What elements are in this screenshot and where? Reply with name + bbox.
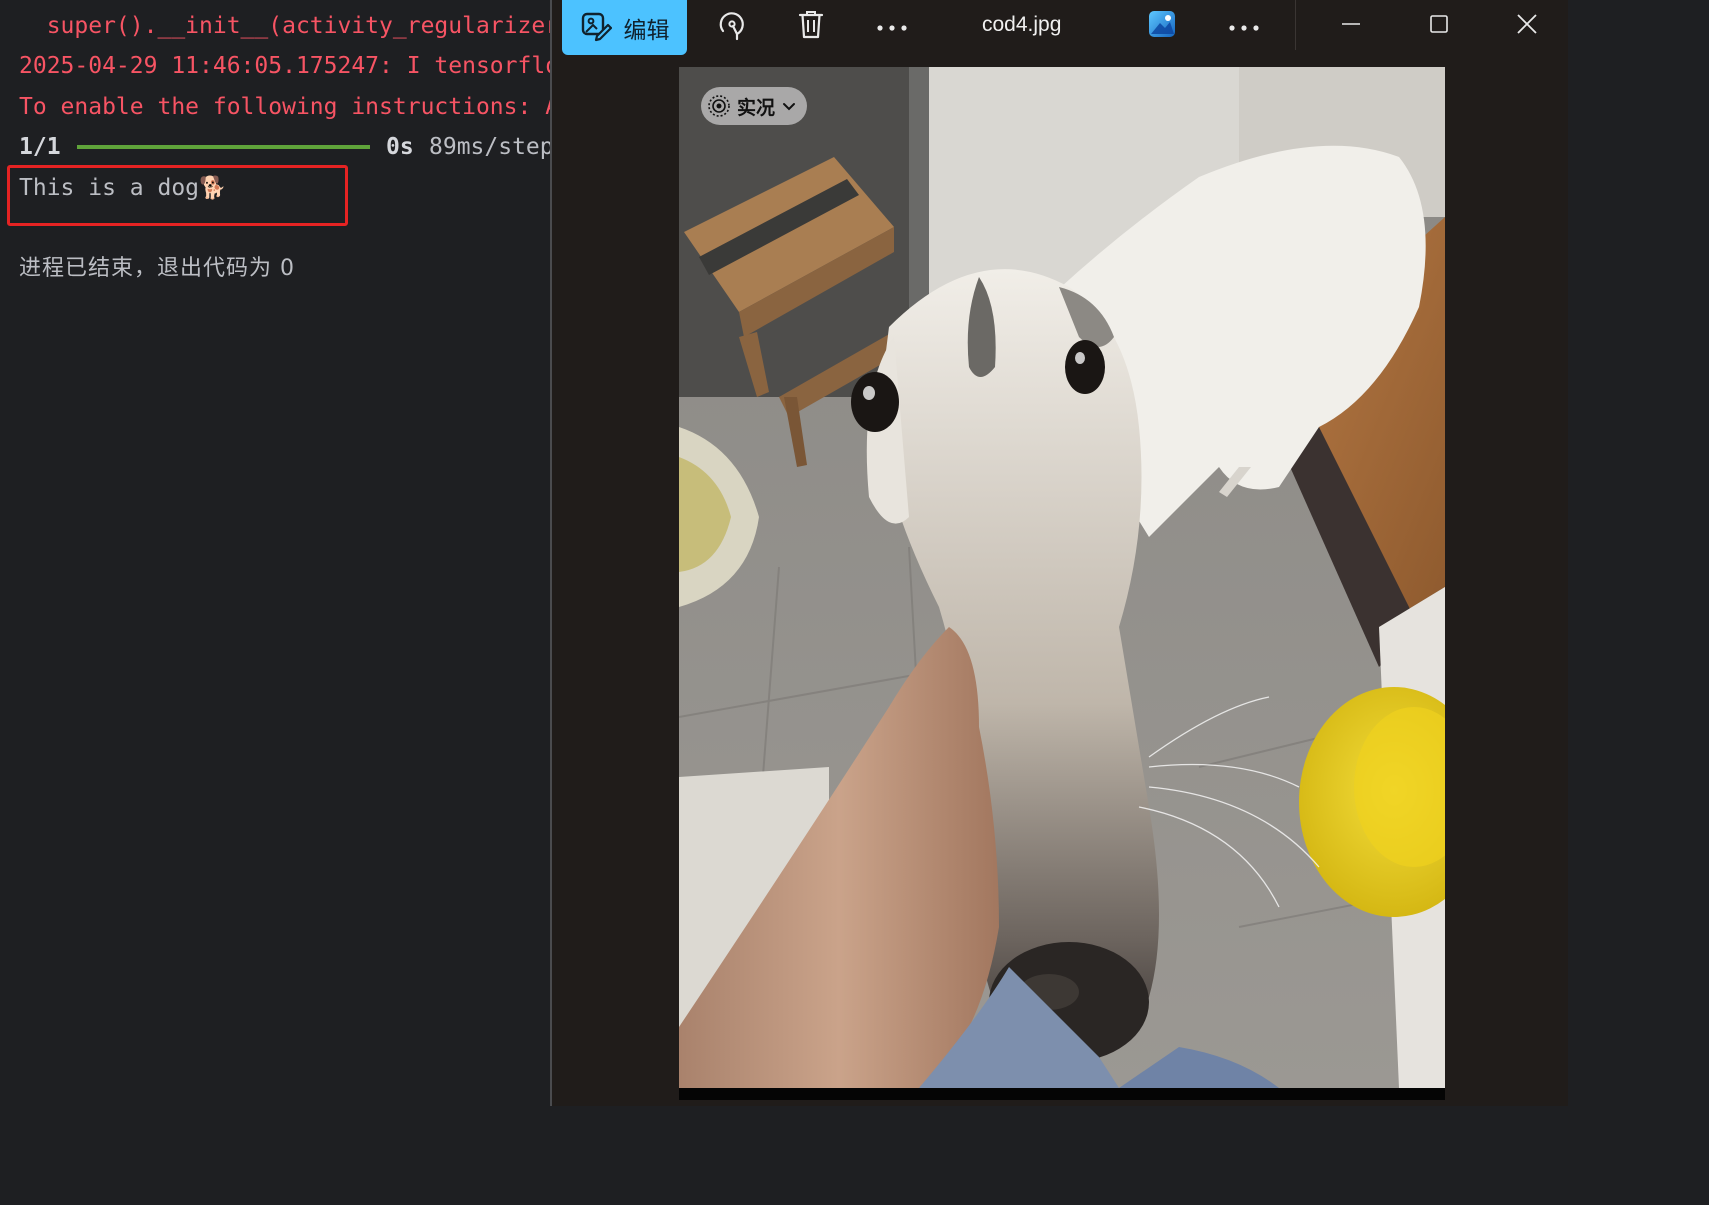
edit-button-label: 编辑: [623, 16, 670, 43]
rotate-button[interactable]: [706, 0, 758, 52]
maximize-icon: [1429, 14, 1449, 38]
more-dots-icon: [1228, 17, 1260, 36]
photos-app-icon: [1148, 10, 1176, 42]
progress-bar-fill: [77, 145, 370, 149]
edit-photo-icon: [580, 10, 612, 46]
edit-button[interactable]: 编辑: [562, 0, 687, 55]
terminal-log-line: 2025-04-29 11:46:05.175247: I tensorflow…: [19, 53, 550, 79]
progress-bar: [77, 145, 370, 149]
more-options-button[interactable]: [866, 0, 918, 52]
live-photo-label: 实况: [737, 96, 776, 119]
live-photo-icon: [707, 94, 731, 118]
photo-viewer-window: 编辑 cod4.jpg 实况: [552, 0, 1568, 1106]
live-photo-toggle[interactable]: 实况: [701, 87, 808, 125]
photo-bottom-edge: [679, 1088, 1445, 1100]
more-dots-icon: [876, 17, 908, 36]
minimize-icon: [1341, 14, 1361, 38]
terminal-warning-line: super().__init__(activity_regularizer=ac…: [46, 13, 550, 39]
terminal-instructions-line: To enable the following instructions: AV…: [19, 94, 550, 120]
minimize-button[interactable]: [1328, 0, 1374, 52]
chevron-down-icon: [781, 98, 797, 114]
file-name: cod4.jpg: [982, 13, 1062, 36]
maximize-button[interactable]: [1416, 0, 1462, 52]
progress-time: 0s: [386, 134, 414, 160]
delete-button[interactable]: [785, 0, 837, 52]
highlight-box: [7, 165, 348, 226]
photos-app-button[interactable]: [1140, 0, 1184, 52]
progress-fraction: 1/1: [19, 134, 61, 160]
process-exit-message: 进程已结束，退出代码为 0: [19, 256, 295, 281]
terminal-pane: super().__init__(activity_regularizer=ac…: [0, 0, 550, 1106]
close-icon: [1516, 13, 1538, 39]
viewer-toolbar: 编辑 cod4.jpg: [552, 0, 1568, 55]
toolbar-separator: [1295, 0, 1296, 50]
more-options-button-secondary[interactable]: [1218, 0, 1270, 52]
rotate-icon: [715, 7, 749, 45]
dog-photo: [679, 67, 1445, 1088]
close-button[interactable]: [1504, 0, 1550, 52]
trash-icon: [796, 8, 826, 44]
photo-canvas[interactable]: 实况: [679, 67, 1445, 1088]
progress-speed: 89ms/step: [429, 134, 550, 160]
progress-row: 1/1 0s 89ms/step: [19, 132, 550, 162]
